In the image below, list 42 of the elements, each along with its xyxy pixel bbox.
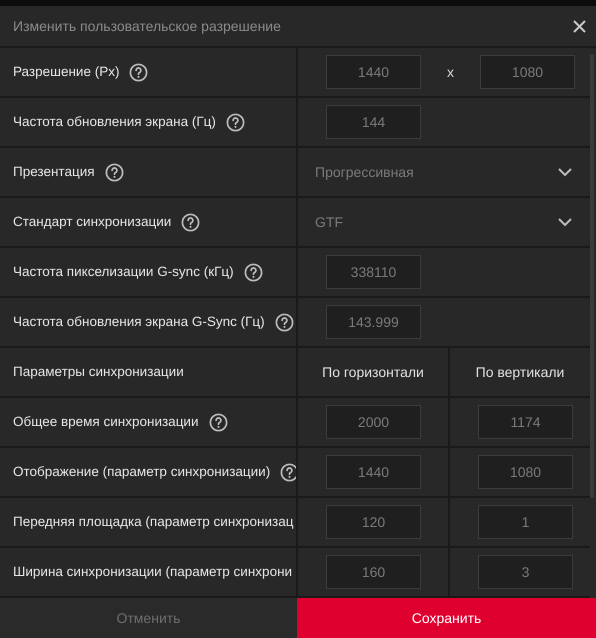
column-header: По вертикали xyxy=(474,362,566,382)
input-field[interactable]: 1174 xyxy=(478,405,573,439)
chevron-down-icon xyxy=(558,218,572,226)
help-icon[interactable] xyxy=(280,462,296,482)
help-icon[interactable] xyxy=(129,62,148,82)
field-label: Частота пикселизации G-sync (кГц) xyxy=(13,262,234,281)
field-label: Частота обновления экрана G-Sync (Гц) xyxy=(13,312,265,331)
field-label: Частота обновления экрана (Гц) xyxy=(13,112,216,131)
input-field[interactable]: 160 xyxy=(326,555,421,589)
column-header: По горизонтали xyxy=(298,348,450,396)
input-field[interactable]: 3 xyxy=(478,555,573,589)
dialog-title: Изменить пользовательское разрешение xyxy=(13,16,281,36)
field-label: Ширина синхронизации (параметр синхрони xyxy=(13,562,292,581)
save-button[interactable]: Сохранить xyxy=(297,598,596,638)
field-label: Отображение (параметр синхронизации) xyxy=(13,462,270,481)
help-icon[interactable] xyxy=(208,412,228,432)
help-icon[interactable] xyxy=(244,262,263,282)
chevron-down-icon xyxy=(558,168,572,176)
field-label: Передняя площадка (параметр синхронизац xyxy=(13,512,294,531)
input-field[interactable]: 338110 xyxy=(326,255,421,289)
input-field[interactable]: 120 xyxy=(326,505,421,539)
input-field[interactable]: 143.999 xyxy=(326,305,421,339)
field-label: Параметры синхронизации xyxy=(13,362,184,381)
help-icon[interactable] xyxy=(274,312,294,332)
help-icon[interactable] xyxy=(226,112,245,132)
field-label: Разрешение (Px) xyxy=(13,62,120,81)
separator-text: x xyxy=(446,62,455,82)
field-label: Стандарт синхронизации xyxy=(13,212,172,231)
input-field[interactable]: 2000 xyxy=(326,405,421,439)
input-field[interactable]: 144 xyxy=(326,105,421,139)
input-field[interactable]: 1080 xyxy=(478,455,573,489)
input-field[interactable]: 1440 xyxy=(326,55,421,89)
input-field[interactable]: 1080 xyxy=(480,55,575,89)
input-field[interactable]: 1440 xyxy=(326,455,421,489)
help-icon[interactable] xyxy=(181,212,200,232)
close-icon[interactable] xyxy=(573,20,586,32)
dropdown[interactable]: GTF xyxy=(298,198,590,246)
help-icon[interactable] xyxy=(104,162,124,182)
field-label: Презентация xyxy=(13,162,95,181)
input-field[interactable]: 1 xyxy=(478,505,573,539)
dropdown[interactable]: Прогрессивная xyxy=(298,148,590,196)
field-label: Общее время синхронизации xyxy=(13,412,199,431)
